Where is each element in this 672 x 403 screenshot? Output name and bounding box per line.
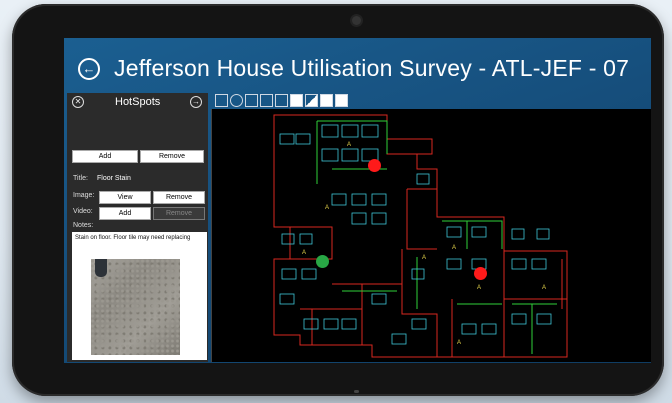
close-icon[interactable]: ✕ — [72, 96, 84, 108]
panel-title: HotSpots — [115, 96, 161, 108]
svg-text:A: A — [325, 205, 329, 211]
remove-hotspot-button[interactable]: Remove — [140, 150, 204, 163]
home-indicator — [354, 390, 359, 393]
tablet-device: ← Jefferson House Utilisation Survey - A… — [12, 4, 664, 396]
svg-text:A: A — [457, 340, 461, 346]
camera-icon — [352, 16, 361, 25]
svg-text:A: A — [347, 142, 351, 148]
layers-icon[interactable] — [260, 94, 273, 107]
svg-text:A: A — [452, 245, 456, 251]
floor-plan-canvas[interactable]: A A A A A A A A — [211, 109, 651, 362]
title-value[interactable]: Floor Stain — [97, 175, 131, 182]
page-icon[interactable] — [215, 94, 228, 107]
window-icon[interactable] — [320, 94, 333, 107]
app-screen: ← Jefferson House Utilisation Survey - A… — [64, 38, 651, 363]
hotspot-photo — [91, 259, 180, 355]
save-icon[interactable] — [290, 94, 303, 107]
panel-header: ✕ HotSpots → — [67, 93, 208, 113]
video-add-button[interactable]: Add — [99, 207, 151, 220]
target-icon[interactable] — [230, 94, 243, 107]
image-view-button[interactable]: View — [99, 191, 151, 204]
drawing-toolbar — [208, 93, 651, 109]
add-hotspot-button[interactable]: Add — [72, 150, 138, 163]
svg-text:A: A — [542, 285, 546, 291]
title-bar: ← Jefferson House Utilisation Survey - A… — [64, 38, 651, 93]
title-label: Title: — [73, 175, 88, 182]
notes-textarea[interactable]: Stain on floor. Floor tile may need repl… — [72, 232, 207, 360]
page-title: Jefferson House Utilisation Survey - ATL… — [114, 55, 630, 81]
forward-arrow-icon[interactable]: → — [190, 96, 202, 108]
svg-text:A: A — [477, 285, 481, 291]
list-icon[interactable] — [245, 94, 258, 107]
fullscreen-icon[interactable] — [335, 94, 348, 107]
floor-plan: A A A A A A A A — [273, 114, 568, 358]
contrast-icon[interactable] — [305, 94, 318, 107]
fill-icon[interactable] — [275, 94, 288, 107]
notes-text[interactable]: Stain on floor. Floor tile may need repl… — [75, 234, 200, 242]
back-arrow-icon[interactable]: ← — [78, 58, 100, 80]
hotspots-panel: ✕ HotSpots → Add Remove Title: Floor Sta… — [67, 93, 208, 362]
video-remove-button: Remove — [153, 207, 205, 220]
video-label: Video: — [73, 208, 93, 215]
image-label: Image: — [73, 192, 95, 199]
hotspot-marker-2[interactable] — [316, 255, 329, 268]
svg-text:A: A — [302, 250, 306, 256]
photo-object — [95, 259, 107, 277]
svg-text:A: A — [422, 255, 426, 261]
hotspot-marker-3[interactable] — [474, 267, 487, 280]
hotspot-marker-1[interactable] — [368, 159, 381, 172]
image-remove-button[interactable]: Remove — [153, 191, 205, 204]
notes-label: Notes: — [73, 222, 94, 229]
